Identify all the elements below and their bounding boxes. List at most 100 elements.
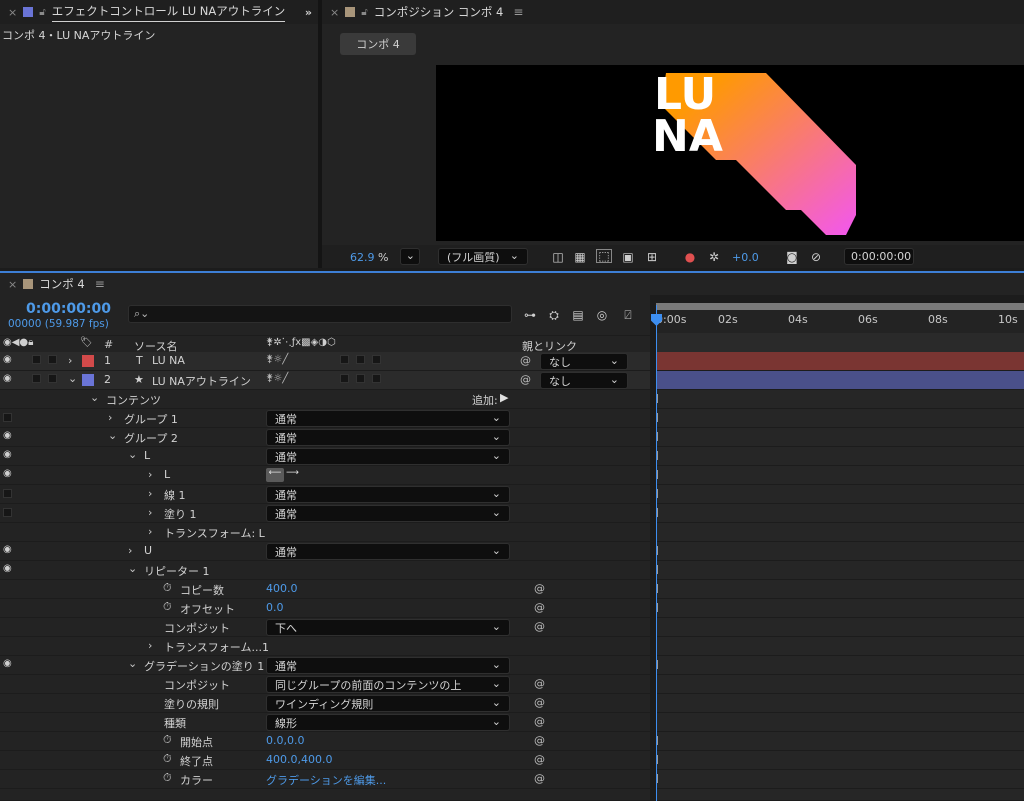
stopwatch-icon[interactable]: ⏱︎ — [163, 733, 172, 747]
exposure-value[interactable]: +0.0 — [732, 251, 759, 264]
expand-chevron-icon[interactable]: › — [148, 525, 152, 538]
zoom-dropdown[interactable]: ⌄ — [400, 248, 420, 265]
composition-viewer[interactable]: LU NA — [436, 65, 1024, 241]
expand-chevron-icon[interactable]: › — [128, 544, 132, 557]
visibility-eye-icon[interactable]: ◉ — [3, 373, 15, 384]
lock-icon[interactable]: 🔓︎ — [361, 7, 367, 18]
copies-value[interactable]: 400.0 — [266, 582, 298, 595]
panel-overflow-icon[interactable]: » — [305, 6, 312, 19]
expand-chevron-icon[interactable]: › — [148, 468, 152, 481]
gradient-type-row[interactable]: 種類 線形 ⌄ @ — [0, 713, 650, 732]
time-ruler[interactable]: 0:00s 02s 04s 06s 08s 10s — [656, 303, 1024, 333]
gradient-color-row[interactable]: ⏱︎ カラー グラデーションを編集... @ — [0, 770, 650, 789]
region-of-interest-icon[interactable]: ▣ — [620, 250, 636, 264]
blend-mode-dropdown[interactable]: 通常 ⌄ — [266, 429, 510, 446]
collapse-chevron-icon[interactable]: ⌄ — [128, 448, 137, 461]
expand-chevron-icon[interactable]: › — [148, 506, 152, 519]
comp-flowchart-icon[interactable]: ⊶ — [522, 308, 538, 322]
repeater-row[interactable]: ◉ ⌄ リピーター 1 — [0, 561, 650, 580]
close-tab-icon[interactable]: × — [8, 278, 17, 291]
gradient-type-dropdown[interactable]: 線形 ⌄ — [266, 714, 510, 731]
group1-row[interactable]: › グループ 1 通常 ⌄ — [0, 409, 650, 428]
layer-label-color[interactable] — [82, 355, 94, 367]
layer-row-2[interactable]: ◉ ⌄ 2 ★ LU NAアウトライン ⚵☼╱ @ なし ⌄ — [0, 371, 650, 390]
snapshot-camera-icon[interactable]: ◙ — [784, 250, 800, 264]
switch-box[interactable] — [340, 355, 349, 364]
group2-row[interactable]: ◉ ⌄ グループ 2 通常 ⌄ — [0, 428, 650, 447]
visibility-eye-icon[interactable]: ◉ — [3, 449, 15, 460]
rep-composite-row[interactable]: コンポジット 下へ ⌄ @ — [0, 618, 650, 637]
lock-switch[interactable] — [48, 374, 57, 383]
gf-composite-dropdown[interactable]: 同じグループの前面のコンテンツの上 ⌄ — [266, 676, 510, 693]
expression-pickwhip-icon[interactable]: @ — [534, 772, 545, 785]
composite-dropdown[interactable]: 下へ ⌄ — [266, 619, 510, 636]
transform-L-row[interactable]: › トランスフォーム: L — [0, 523, 650, 542]
blend-mode-dropdown[interactable]: 通常 ⌄ — [266, 543, 510, 560]
parent-dropdown[interactable]: なし ⌄ — [540, 353, 628, 370]
edit-gradient-link[interactable]: グラデーションを編集... — [266, 772, 386, 788]
offset-value[interactable]: 0.0 — [266, 601, 284, 614]
visibility-eye-icon[interactable]: ◉ — [3, 468, 15, 479]
layer-bar-1[interactable] — [656, 352, 1024, 371]
stopwatch-icon[interactable]: ⏱︎ — [163, 600, 172, 614]
panel-divider[interactable] — [318, 0, 322, 268]
switch-box[interactable] — [340, 374, 349, 383]
transparency-grid-icon[interactable]: ▦ — [572, 250, 588, 264]
blend-mode-dropdown[interactable]: 通常 ⌄ — [266, 486, 510, 503]
visibility-eye-icon[interactable]: ◉ — [3, 544, 15, 555]
copies-row[interactable]: ⏱︎ コピー数 400.0 @ — [0, 580, 650, 599]
close-tab-icon[interactable]: × — [330, 6, 339, 19]
stopwatch-icon[interactable]: ⏱︎ — [163, 752, 172, 766]
expression-pickwhip-icon[interactable]: @ — [534, 753, 545, 766]
collapse-chevron-icon[interactable]: ⌄ — [128, 657, 137, 670]
offset-row[interactable]: ⏱︎ オフセット 0.0 @ — [0, 599, 650, 618]
fill-rule-dropdown[interactable]: ワインディング規則 ⌄ — [266, 695, 510, 712]
expand-chevron-icon[interactable]: › — [108, 411, 112, 424]
fill1-row[interactable]: › 塗り 1 通常 ⌄ — [0, 504, 650, 523]
layer-row-1[interactable]: ◉ › 1 T LU NA ⚵☼╱ @ なし ⌄ — [0, 352, 650, 371]
expression-pickwhip-icon[interactable]: @ — [534, 677, 545, 690]
pickwhip-icon[interactable]: @ — [520, 373, 531, 386]
expand-chevron-icon[interactable]: › — [68, 354, 72, 367]
work-area-bar[interactable] — [656, 303, 1024, 310]
parent-dropdown[interactable]: なし ⌄ — [540, 372, 628, 389]
L-group-row[interactable]: ◉ ⌄ L 通常 ⌄ — [0, 447, 650, 466]
composition-tab-title[interactable]: コンポジション コンポ 4 — [374, 4, 504, 20]
fast-preview-icon[interactable]: ◫ — [550, 250, 566, 264]
current-timecode[interactable]: 0:00:00:00 — [26, 301, 111, 317]
contents-row[interactable]: ⌄ コンテンツ 追加: ▶︎ — [0, 390, 650, 409]
expression-pickwhip-icon[interactable]: @ — [534, 734, 545, 747]
expression-pickwhip-icon[interactable]: @ — [534, 696, 545, 709]
visibility-eye-icon[interactable]: ◉ — [3, 430, 15, 441]
layer-bar-2[interactable] — [656, 371, 1024, 390]
show-snapshot-icon[interactable]: ⊘ — [808, 250, 824, 264]
zoom-value[interactable]: 62.9 — [350, 251, 375, 264]
visibility-off-switch[interactable] — [3, 413, 12, 422]
start-point-value[interactable]: 0.0,0.0 — [266, 734, 304, 747]
collapse-chevron-icon[interactable]: ⌄ — [128, 562, 137, 575]
collapse-chevron-icon[interactable]: ⌄ — [68, 372, 77, 385]
visibility-eye-icon[interactable]: ◉ — [3, 563, 15, 574]
gf-composite-row[interactable]: コンポジット 同じグループの前面のコンテンツの上 ⌄ @ — [0, 675, 650, 694]
transform-rep-row[interactable]: › トランスフォーム...1 — [0, 637, 650, 656]
solo-switch[interactable] — [32, 374, 41, 383]
mask-path-icon[interactable]: ⬚ — [596, 249, 612, 263]
expression-pickwhip-icon[interactable]: @ — [534, 715, 545, 728]
comp-nav-button[interactable]: コンポ 4 — [340, 33, 416, 55]
end-point-row[interactable]: ⏱︎ 終了点 400.0,400.0 @ — [0, 751, 650, 770]
lock-icon[interactable]: 🔓︎ — [39, 7, 45, 18]
path-direction-alt-icon[interactable]: ⟶ — [286, 468, 299, 478]
fill-rule-row[interactable]: 塗りの規則 ワインディング規則 ⌄ @ — [0, 694, 650, 713]
visibility-off-switch[interactable] — [3, 489, 12, 498]
blend-mode-dropdown[interactable]: 通常 ⌄ — [266, 505, 510, 522]
layer-label-color[interactable] — [82, 374, 94, 386]
expand-chevron-icon[interactable]: › — [148, 639, 152, 652]
solo-switch[interactable] — [32, 355, 41, 364]
stroke1-row[interactable]: › 線 1 通常 ⌄ — [0, 485, 650, 504]
guides-icon[interactable]: ⊞ — [644, 250, 660, 264]
channels-icon[interactable]: ● — [682, 250, 698, 264]
playhead[interactable] — [656, 305, 657, 801]
stopwatch-icon[interactable]: ⏱︎ — [163, 581, 172, 595]
collapse-chevron-icon[interactable]: ⌄ — [108, 429, 117, 442]
reset-exposure-icon[interactable]: ✲ — [706, 250, 722, 264]
